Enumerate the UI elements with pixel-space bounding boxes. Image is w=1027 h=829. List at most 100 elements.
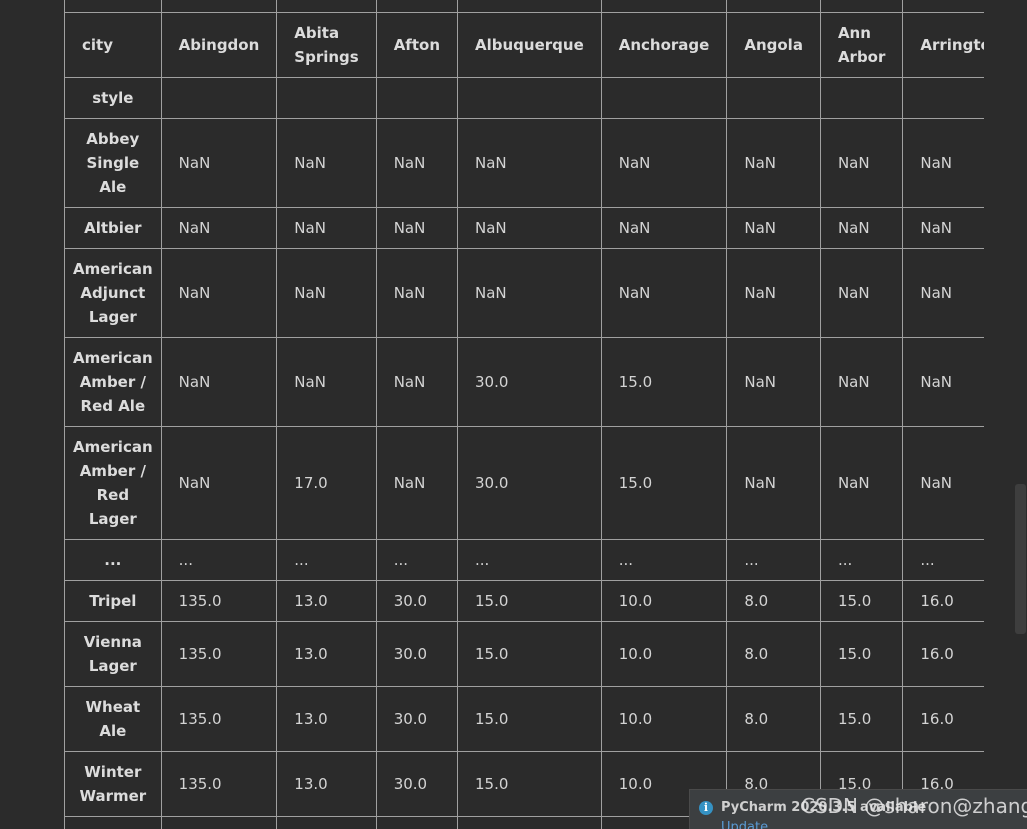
table-cell: NaN	[457, 207, 602, 249]
empty-header-cell	[457, 77, 602, 119]
table-cell: 10.0	[600, 686, 728, 752]
table-cell: NaN	[726, 426, 821, 540]
top-spacer-row	[64, 0, 984, 13]
row-label: ...	[64, 539, 162, 581]
row-label: American Amber / Red Ale	[64, 337, 162, 427]
table-cell: NaN	[160, 337, 278, 427]
index-name-label: style	[64, 77, 162, 119]
table-cell: ...	[160, 539, 278, 581]
table-cell: 135.0	[160, 580, 278, 622]
table-cell: 10.0	[600, 580, 728, 622]
row-label: Wheat Ale	[64, 686, 162, 752]
table-cell: 30.0	[375, 751, 459, 817]
table-cell: 135.0	[160, 686, 278, 752]
table-cell: 8.0	[726, 580, 821, 622]
table-row: American Amber / Red Ale NaN NaN NaN 30.0 15.…	[64, 337, 984, 427]
table-cell: NaN	[276, 207, 377, 249]
table-row: Altbier NaN NaN NaN NaN NaN NaN NaN NaN	[64, 207, 984, 249]
notebook-output: city Abingdon Abita Springs Afton Albuquerq…	[0, 0, 1027, 829]
table-cell: 15.0	[819, 580, 904, 622]
table-cell: NaN	[600, 248, 728, 338]
table-cell: 13.0	[276, 621, 377, 687]
table-cell: ...	[457, 539, 602, 581]
table-row: Wheat Ale 135.0 13.0 30.0 15.0 10.0 8.0 15.0 16.…	[64, 686, 984, 752]
vertical-scrollbar[interactable]	[1015, 484, 1026, 634]
dataframe-table: city Abingdon Abita Springs Afton Albuquerq…	[64, 0, 984, 829]
column-header: Ann Arbor	[819, 12, 904, 78]
table-cell	[375, 816, 459, 829]
table-cell: NaN	[375, 248, 459, 338]
table-cell: NaN	[276, 118, 377, 208]
empty-header-cell	[160, 77, 278, 119]
table-cell: NaN	[902, 426, 984, 540]
table-cell: 13.0	[276, 751, 377, 817]
table-cell: 30.0	[375, 686, 459, 752]
table-cell: NaN	[457, 248, 602, 338]
column-header: Afton	[375, 12, 459, 78]
table-cell: NaN	[375, 426, 459, 540]
table-cell: NaN	[902, 337, 984, 427]
table-cell: 17.0	[276, 426, 377, 540]
table-cell: NaN	[276, 248, 377, 338]
table-cell: NaN	[375, 337, 459, 427]
empty-header-cell	[276, 77, 377, 119]
info-icon: i	[699, 801, 713, 815]
row-label: Vienna Lager	[64, 621, 162, 687]
table-cell: NaN	[819, 248, 904, 338]
table-row: Vienna Lager 135.0 13.0 30.0 15.0 10.0 8.0 15.0…	[64, 621, 984, 687]
column-header: Anchorage	[600, 12, 728, 78]
column-header-row: city Abingdon Abita Springs Afton Albuquerq…	[64, 12, 984, 78]
table-cell: NaN	[375, 207, 459, 249]
empty-header-cell	[600, 77, 728, 119]
table-cell: 16.0	[902, 621, 984, 687]
table-cell: NaN	[160, 248, 278, 338]
table-row: American Amber / Red Lager NaN 17.0 NaN 30.0…	[64, 426, 984, 540]
empty-header-cell	[819, 77, 904, 119]
empty-header-cell	[375, 77, 459, 119]
table-cell: NaN	[819, 207, 904, 249]
dataframe-output: city Abingdon Abita Springs Afton Albuquerq…	[64, 0, 984, 829]
table-cell: 15.0	[819, 621, 904, 687]
table-cell: NaN	[375, 118, 459, 208]
table-cell: 15.0	[457, 580, 602, 622]
column-header: Abita Springs	[276, 12, 377, 78]
table-cell: ...	[819, 539, 904, 581]
table-cell: ...	[600, 539, 728, 581]
table-cell: 30.0	[375, 621, 459, 687]
table-cell: NaN	[160, 426, 278, 540]
table-cell: 15.0	[457, 751, 602, 817]
row-label: Abbey Single Ale	[64, 118, 162, 208]
table-cell: NaN	[160, 207, 278, 249]
column-header: Arrington	[902, 12, 984, 78]
table-cell: NaN	[600, 118, 728, 208]
table-cell: NaN	[726, 207, 821, 249]
table-cell: NaN	[819, 118, 904, 208]
column-header: Angola	[726, 12, 821, 78]
table-cell: 15.0	[457, 621, 602, 687]
table-row: ...........................	[64, 539, 984, 581]
table-cell: NaN	[457, 118, 602, 208]
table-cell: NaN	[726, 118, 821, 208]
row-label: Tripel	[64, 580, 162, 622]
table-cell: 30.0	[457, 337, 602, 427]
table-cell: 15.0	[600, 426, 728, 540]
row-label: American Adjunct Lager	[64, 248, 162, 338]
empty-header-cell	[902, 77, 984, 119]
column-index-label: city	[64, 12, 162, 78]
update-link[interactable]: Update...	[721, 820, 780, 829]
table-cell: 16.0	[902, 686, 984, 752]
table-cell: NaN	[726, 248, 821, 338]
table-cell: 135.0	[160, 751, 278, 817]
table-cell: ...	[375, 539, 459, 581]
table-cell: 30.0	[457, 426, 602, 540]
table-cell: NaN	[902, 118, 984, 208]
table-cell: 15.0	[600, 337, 728, 427]
table-cell: 16.0	[902, 580, 984, 622]
table-cell: ...	[726, 539, 821, 581]
table-cell: 30.0	[375, 580, 459, 622]
table-cell: ...	[902, 539, 984, 581]
column-header: Abingdon	[160, 12, 278, 78]
table-cell: 8.0	[726, 686, 821, 752]
watermark: CSDN @sharon@zhang	[801, 794, 1027, 818]
table-cell: 8.0	[726, 621, 821, 687]
